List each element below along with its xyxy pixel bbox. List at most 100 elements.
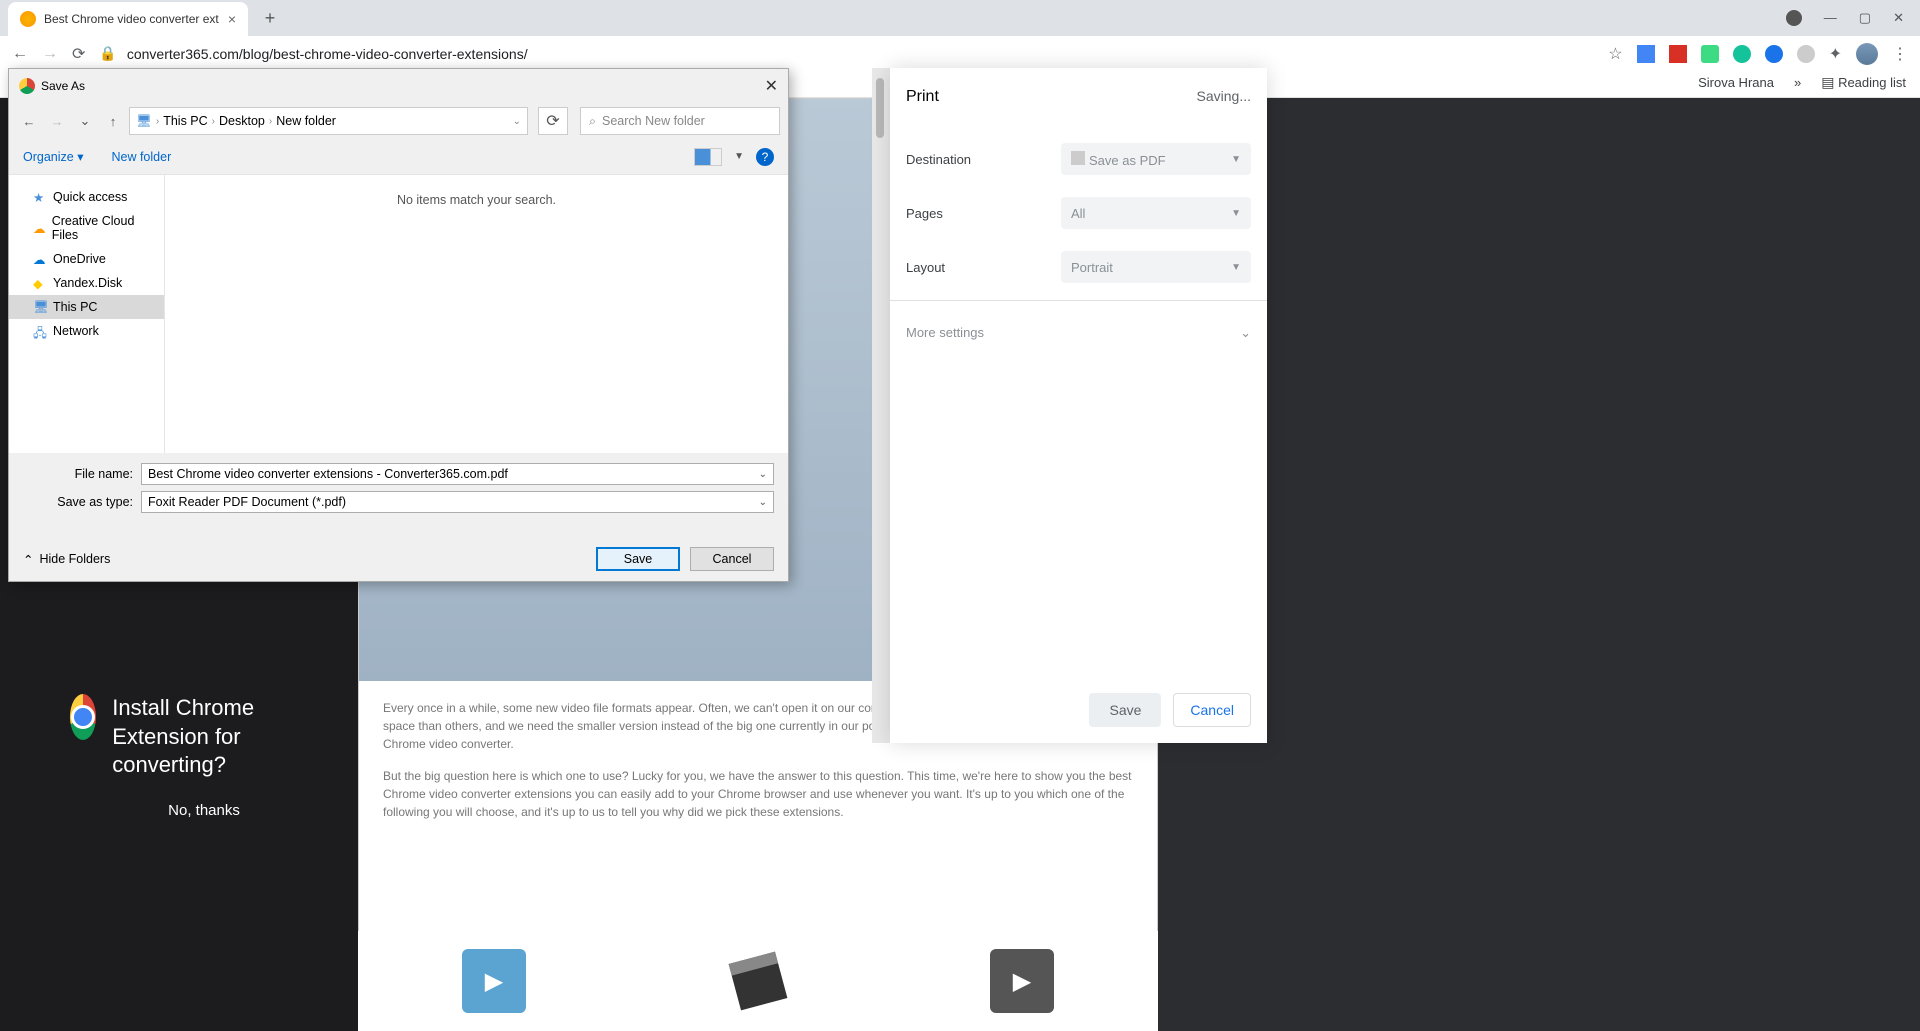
favicon-icon <box>20 11 36 27</box>
bookmark-overflow-icon[interactable]: » <box>1794 75 1801 90</box>
tree-label: OneDrive <box>53 252 106 266</box>
browser-tab[interactable]: Best Chrome video converter ext × <box>8 2 248 36</box>
print-dialog: Print Saving... Destination Save as PDF … <box>890 68 1267 743</box>
dialog-footer: ⌃ Hide Folders Save Cancel <box>9 529 788 581</box>
tree-label: Creative Cloud Files <box>52 214 154 242</box>
close-window-icon[interactable]: ✕ <box>1893 10 1904 26</box>
chevron-down-icon: ▼ <box>1231 154 1241 165</box>
conversion-graphic: ▶ ▶ <box>358 931 1158 1031</box>
view-mode-button[interactable] <box>694 148 722 166</box>
nav-forward-icon[interactable]: → <box>45 114 69 129</box>
close-tab-icon[interactable]: × <box>228 11 236 27</box>
chevron-down-icon[interactable]: ⌄ <box>759 469 767 480</box>
kebab-menu-icon[interactable]: ⋮ <box>1892 44 1908 64</box>
chevron-right-icon: › <box>156 116 159 127</box>
savetype-dropdown[interactable]: Foxit Reader PDF Document (*.pdf) ⌄ <box>141 491 774 513</box>
maximize-icon[interactable]: ▢ <box>1859 10 1871 26</box>
ext-android-icon[interactable] <box>1701 45 1719 63</box>
tree-item-quick-access[interactable]: ★Quick access <box>9 185 164 209</box>
layout-dropdown[interactable]: Portrait ▼ <box>1061 251 1251 283</box>
chevron-down-icon[interactable]: ⌄ <box>759 497 767 508</box>
breadcrumb-segment[interactable]: This PC <box>163 114 207 128</box>
ext-grey-icon[interactable] <box>1797 45 1815 63</box>
refresh-button[interactable]: ⟳ <box>538 107 568 135</box>
more-settings-toggle[interactable]: More settings ⌄ <box>890 300 1267 365</box>
reload-icon[interactable]: ⟳ <box>72 44 85 64</box>
tree-item-ccf[interactable]: ☁Creative Cloud Files <box>9 209 164 247</box>
browser-window-chrome: Best Chrome video converter ext × + — ▢ … <box>0 0 1920 68</box>
help-icon[interactable]: ? <box>756 148 774 166</box>
chrome-logo-icon <box>70 694 96 740</box>
tree-item-network[interactable]: 🖧 Network <box>9 319 164 343</box>
extensions-icon[interactable]: ✦ <box>1829 44 1842 64</box>
extension-promo-card: Install Chrome Extension for converting?… <box>54 678 354 838</box>
explorer-nav: ← → ⌄ ↑ 🖥 › This PC › Desktop › New fold… <box>9 103 788 139</box>
cancel-button[interactable]: Cancel <box>690 547 774 571</box>
print-row-pages: Pages All ▼ <box>906 186 1251 240</box>
tree-item-yandex[interactable]: ◆Yandex.Disk <box>9 271 164 295</box>
preview-scroll-thumb[interactable] <box>876 78 884 138</box>
mp4-video-icon: ▶ <box>990 949 1054 1013</box>
network-icon: 🖧 <box>33 324 47 338</box>
folder-tree: ★Quick access ☁Creative Cloud Files ☁ One… <box>9 175 165 453</box>
tree-label: Network <box>53 324 99 338</box>
nav-recent-icon[interactable]: ⌄ <box>73 113 97 129</box>
chevron-down-icon[interactable]: ⌄ <box>513 116 521 127</box>
back-icon[interactable]: ← <box>12 45 28 63</box>
ext-camera-icon[interactable] <box>1637 45 1655 63</box>
tree-item-this-pc[interactable]: 🖥This PC <box>9 295 164 319</box>
no-thanks-link[interactable]: No, thanks <box>70 802 338 819</box>
chevron-down-icon: ⌄ <box>1240 325 1251 341</box>
chevron-right-icon: › <box>212 116 215 127</box>
ext-blue-icon[interactable] <box>1765 45 1783 63</box>
print-label-destination: Destination <box>906 152 971 167</box>
pdf-icon <box>1071 151 1085 165</box>
lock-icon: 🔒 <box>99 45 116 62</box>
search-input[interactable]: ⌕ Search New folder <box>580 107 780 135</box>
save-button[interactable]: Save <box>596 547 680 571</box>
new-tab-button[interactable]: + <box>256 4 284 32</box>
hide-folders-label: Hide Folders <box>39 552 110 566</box>
pages-dropdown[interactable]: All ▼ <box>1061 197 1251 229</box>
profile-avatar[interactable] <box>1856 43 1878 65</box>
tree-label: Yandex.Disk <box>53 276 122 290</box>
print-status: Saving... <box>1197 88 1251 106</box>
filename-label: File name: <box>23 467 133 481</box>
print-cancel-button[interactable]: Cancel <box>1173 693 1251 727</box>
print-title: Print <box>906 88 939 106</box>
savetype-label: Save as type: <box>23 495 133 509</box>
tree-label: Quick access <box>53 190 127 204</box>
print-save-button[interactable]: Save <box>1089 693 1161 727</box>
close-dialog-icon[interactable]: ✕ <box>765 76 778 96</box>
chevron-down-icon: ▼ <box>1231 262 1241 273</box>
new-folder-button[interactable]: New folder <box>111 150 171 164</box>
avi-video-icon: ▶ <box>462 949 526 1013</box>
star-icon[interactable]: ☆ <box>1608 44 1622 64</box>
guest-icon[interactable] <box>1786 10 1802 26</box>
destination-dropdown[interactable]: Save as PDF ▼ <box>1061 143 1251 175</box>
minimize-icon[interactable]: — <box>1824 10 1837 26</box>
hide-folders-toggle[interactable]: ⌃ Hide Folders <box>23 552 110 567</box>
filename-input[interactable]: Best Chrome video converter extensions -… <box>141 463 774 485</box>
organize-menu[interactable]: Organize ▾ <box>23 149 83 164</box>
breadcrumb[interactable]: 🖥 › This PC › Desktop › New folder ⌄ <box>129 107 528 135</box>
reading-list-label: Reading list <box>1838 75 1906 90</box>
address-bar[interactable]: 🔒 converter365.com/blog/best-chrome-vide… <box>99 45 527 62</box>
breadcrumb-segment[interactable]: Desktop <box>219 114 265 128</box>
nav-back-icon[interactable]: ← <box>17 114 41 129</box>
nav-up-icon[interactable]: ↑ <box>101 114 125 129</box>
tree-label: This PC <box>53 300 97 314</box>
breadcrumb-segment[interactable]: New folder <box>276 114 336 128</box>
ext-grammarly-icon[interactable] <box>1733 45 1751 63</box>
destination-value: Save as PDF <box>1089 153 1166 168</box>
ext-red-icon[interactable] <box>1669 45 1687 63</box>
chevron-down-icon[interactable]: ▼ <box>734 151 744 162</box>
more-settings-label: More settings <box>906 325 984 341</box>
print-footer: Save Cancel <box>890 677 1267 743</box>
bookmark-item[interactable]: Sirova Hrana <box>1698 75 1774 90</box>
reading-list-button[interactable]: ▤ Reading list <box>1821 74 1906 91</box>
onedrive-icon: ☁ <box>33 252 47 266</box>
forward-icon[interactable]: → <box>42 45 58 63</box>
dialog-title: Save As <box>41 79 85 93</box>
tree-item-onedrive[interactable]: ☁ OneDrive <box>9 247 164 271</box>
